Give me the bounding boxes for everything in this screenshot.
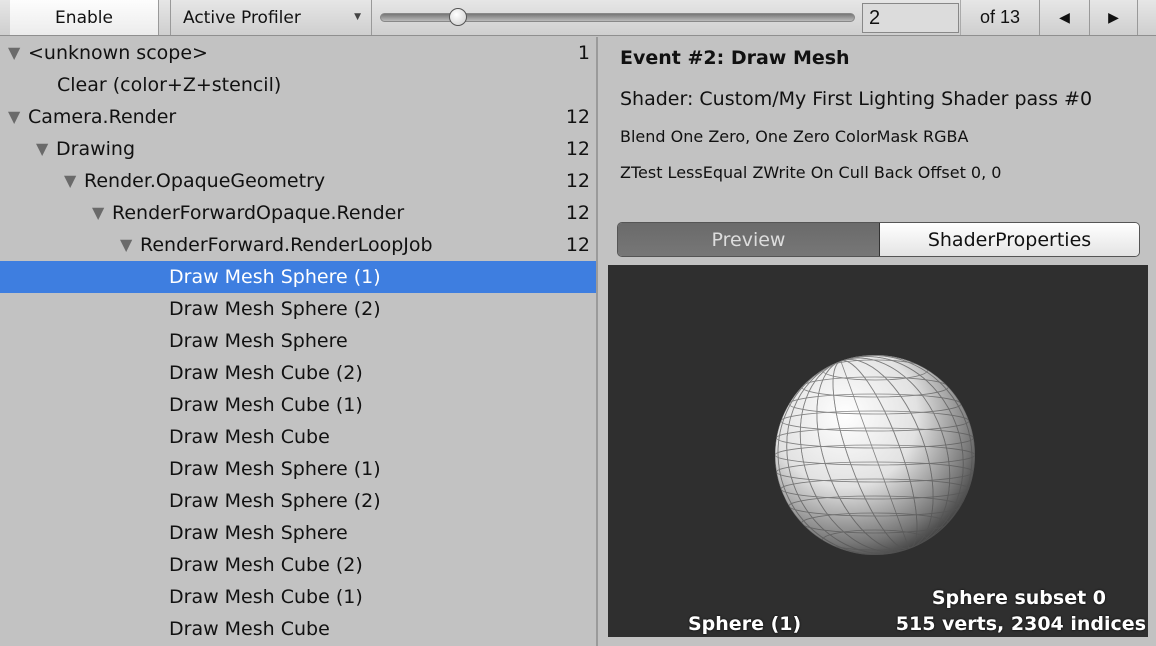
tree-row-label: Draw Mesh Sphere (2) bbox=[169, 298, 381, 320]
expand-triangle-icon[interactable]: ▼ bbox=[36, 133, 48, 165]
shader-name: Shader: Custom/My First Lighting Shader … bbox=[620, 88, 1093, 110]
event-title: Event #2: Draw Mesh bbox=[620, 47, 850, 69]
tree-row[interactable]: Draw Mesh Sphere (2) bbox=[0, 293, 596, 325]
expand-triangle-icon[interactable]: ▼ bbox=[64, 165, 76, 197]
expand-triangle-icon[interactable]: ▼ bbox=[120, 229, 132, 261]
tree-row[interactable]: Draw Mesh Sphere (1) bbox=[0, 453, 596, 485]
tree-row[interactable]: Draw Mesh Sphere (2) bbox=[0, 485, 596, 517]
tree-row-label: Render.OpaqueGeometry bbox=[84, 170, 326, 192]
tree-row[interactable]: Draw Mesh Sphere (1) bbox=[0, 261, 596, 293]
tree-row-label: Draw Mesh Cube (1) bbox=[169, 586, 363, 608]
event-tree: ▼ <unknown scope> 1 Clear (color+Z+stencil)… bbox=[0, 37, 598, 646]
tree-row[interactable]: ▼ Camera.Render 12 bbox=[0, 101, 596, 133]
next-event-button[interactable]: ▶ bbox=[1090, 0, 1138, 35]
expand-triangle-icon[interactable]: ▼ bbox=[8, 101, 20, 133]
tree-row-label: Draw Mesh Sphere (2) bbox=[169, 490, 381, 512]
tree-row-label: Clear (color+Z+stencil) bbox=[57, 74, 282, 96]
triangle-left-icon: ◀ bbox=[1059, 9, 1070, 26]
tree-row[interactable]: ▼ Render.OpaqueGeometry 12 bbox=[0, 165, 596, 197]
tab-shader-properties[interactable]: ShaderProperties bbox=[880, 223, 1139, 256]
expand-triangle-icon[interactable]: ▼ bbox=[92, 197, 104, 229]
depth-state: ZTest LessEqual ZWrite On Cull Back Offs… bbox=[620, 163, 1002, 182]
tab-preview[interactable]: Preview bbox=[618, 223, 880, 256]
mesh-preview[interactable]: Sphere (1) Sphere subset 0 515 verts, 23… bbox=[608, 265, 1148, 637]
blend-state: Blend One Zero, One Zero ColorMask RGBA bbox=[620, 127, 969, 146]
tree-row-count: 12 bbox=[565, 202, 590, 224]
previous-event-button[interactable]: ◀ bbox=[1040, 0, 1090, 35]
tree-row-label: Draw Mesh Sphere bbox=[169, 330, 348, 352]
tree-row[interactable]: Draw Mesh Cube (2) bbox=[0, 357, 596, 389]
sphere-mesh-image bbox=[775, 355, 975, 555]
slider-handle[interactable] bbox=[448, 8, 467, 26]
tree-row[interactable]: ▼ RenderForward.RenderLoopJob 12 bbox=[0, 229, 596, 261]
tree-row[interactable]: Draw Mesh Sphere bbox=[0, 325, 596, 357]
tree-row[interactable]: ▼ RenderForwardOpaque.Render 12 bbox=[0, 197, 596, 229]
event-number-field[interactable]: 2 bbox=[862, 3, 959, 33]
expand-triangle-icon[interactable]: ▼ bbox=[8, 37, 20, 69]
tree-row-count: 1 bbox=[577, 42, 590, 64]
tree-row-label: Draw Mesh Cube (1) bbox=[169, 394, 363, 416]
tree-row[interactable]: ▼ Drawing 12 bbox=[0, 133, 596, 165]
triangle-right-icon: ▶ bbox=[1108, 9, 1119, 26]
tree-row-label: Draw Mesh Sphere (1) bbox=[169, 458, 381, 480]
tree-row[interactable]: Draw Mesh Cube (2) bbox=[0, 549, 596, 581]
tree-row-label: Draw Mesh Cube bbox=[169, 618, 330, 640]
tree-row-label: Draw Mesh Sphere (1) bbox=[169, 266, 381, 288]
tree-row[interactable]: Clear (color+Z+stencil) bbox=[0, 69, 596, 101]
tree-row-label: Draw Mesh Cube (2) bbox=[169, 554, 363, 576]
tree-row-label: <unknown scope> bbox=[28, 42, 208, 64]
tree-row-label: Drawing bbox=[56, 138, 136, 160]
mesh-stats-label: 515 verts, 2304 indices bbox=[895, 613, 1146, 635]
enable-button[interactable]: Enable bbox=[10, 0, 159, 35]
toolbar: Enable Active Profiler ▼ 2 of 13 ◀ ▶ bbox=[0, 0, 1156, 36]
tree-row[interactable]: Draw Mesh Cube (1) bbox=[0, 581, 596, 613]
tree-row[interactable]: Draw Mesh Sphere bbox=[0, 517, 596, 549]
tree-row-count: 12 bbox=[565, 138, 590, 160]
subset-label: Sphere subset 0 bbox=[931, 587, 1106, 609]
tree-row[interactable]: Draw Mesh Cube bbox=[0, 613, 596, 645]
tree-row-label: Camera.Render bbox=[28, 106, 177, 128]
object-name-label: Sphere (1) bbox=[688, 613, 802, 635]
dropdown-arrow-icon: ▼ bbox=[354, 12, 361, 22]
tree-row-count: 12 bbox=[565, 170, 590, 192]
event-total-label: of 13 bbox=[960, 0, 1040, 35]
tree-row-label: Draw Mesh Cube bbox=[169, 426, 330, 448]
event-slider[interactable] bbox=[380, 8, 855, 26]
profiler-label: Active Profiler bbox=[183, 7, 301, 28]
details-tabs: Preview ShaderProperties bbox=[617, 222, 1140, 257]
tree-row-count: 12 bbox=[565, 234, 590, 256]
tree-row-label: RenderForward.RenderLoopJob bbox=[140, 234, 433, 256]
tree-row-label: RenderForwardOpaque.Render bbox=[112, 202, 405, 224]
tree-row[interactable]: ▼ <unknown scope> 1 bbox=[0, 37, 596, 69]
tree-row-count: 12 bbox=[565, 106, 590, 128]
profiler-dropdown[interactable]: Active Profiler ▼ bbox=[170, 0, 372, 35]
tree-row-label: Draw Mesh Sphere bbox=[169, 522, 348, 544]
tree-row-label: Draw Mesh Cube (2) bbox=[169, 362, 363, 384]
tree-row[interactable]: Draw Mesh Cube bbox=[0, 421, 596, 453]
tree-row[interactable]: Draw Mesh Cube (1) bbox=[0, 389, 596, 421]
